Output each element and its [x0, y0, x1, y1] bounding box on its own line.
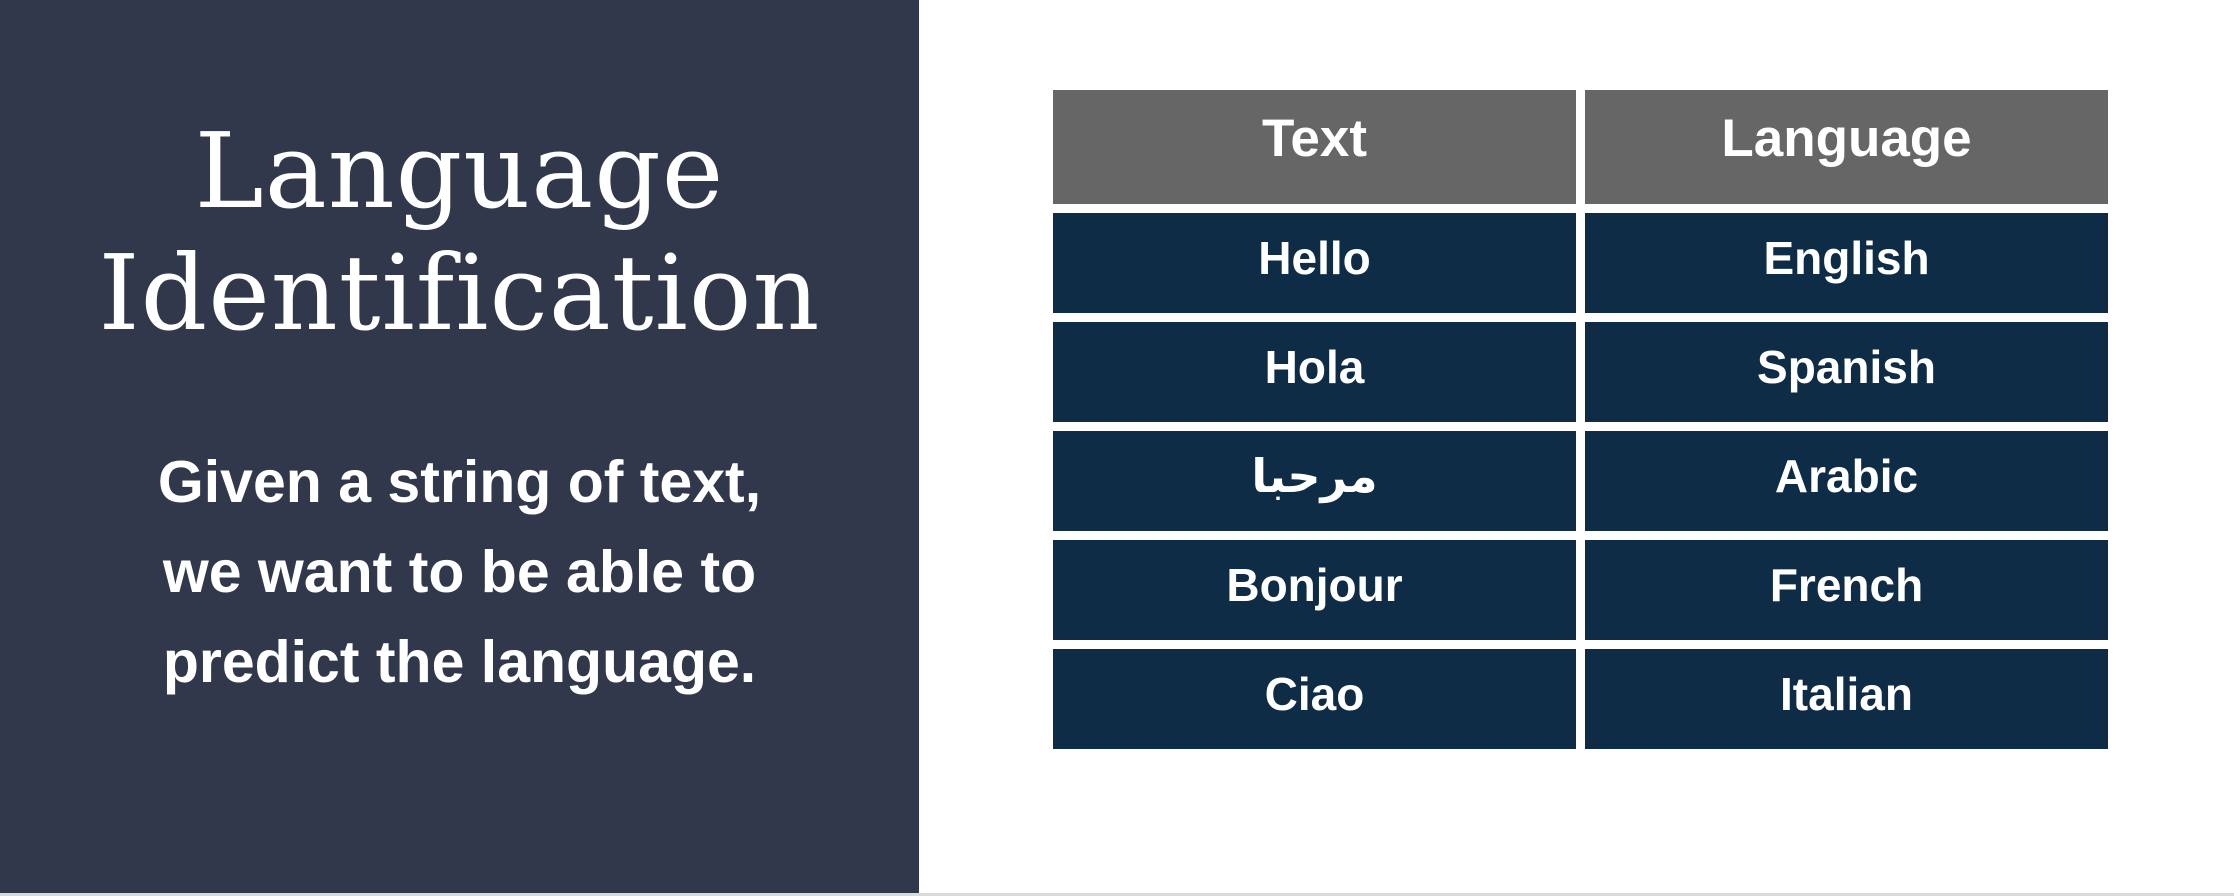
subtitle-line-3: predict the language. [162, 629, 757, 695]
table-cell-language: Arabic [1585, 431, 2108, 531]
table-cell-text: Hola [1053, 322, 1576, 422]
table-header-row: Text Language [1053, 90, 2109, 204]
left-panel: Language Identification Given a string o… [0, 0, 919, 893]
table-cell-language: French [1585, 540, 2108, 640]
table-cell-text: Hello [1053, 213, 1576, 313]
slide: Language Identification Given a string o… [0, 0, 2234, 896]
table-cell-text: Ciao [1053, 649, 1576, 749]
table-row: Bonjour French [1053, 540, 2109, 640]
table-row: Hola Spanish [1053, 322, 2109, 422]
table-cell-text: مرحبا [1053, 431, 1576, 531]
slide-title: Language Identification [60, 110, 859, 354]
slide-subtitle: Given a string of text, we want to be ab… [95, 437, 824, 707]
table-row: Hello English [1053, 213, 2109, 313]
table-header-text: Text [1053, 90, 1576, 204]
table-row: مرحبا Arabic [1053, 431, 2109, 531]
table-header-language: Language [1585, 90, 2108, 204]
subtitle-line-1: Given a string of text, [157, 449, 762, 515]
subtitle-line-2: we want to be able to [162, 539, 757, 605]
slide-title-line-2: Identification [98, 232, 821, 354]
table-cell-language: English [1585, 213, 2108, 313]
language-table: Text Language Hello English Hola Spanish… [1053, 90, 2109, 758]
table-cell-language: Italian [1585, 649, 2108, 749]
table-row: Ciao Italian [1053, 649, 2109, 749]
table-cell-text: Bonjour [1053, 540, 1576, 640]
slide-title-line-1: Language [194, 110, 725, 232]
table-cell-language: Spanish [1585, 322, 2108, 422]
